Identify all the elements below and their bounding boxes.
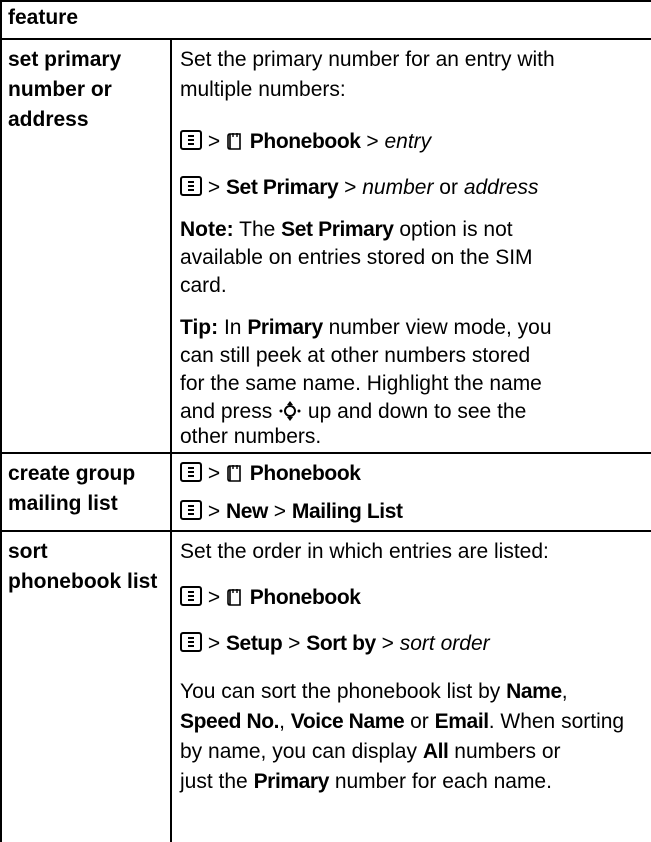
- row3-feature-line2: phonebook list: [8, 570, 158, 593]
- tip-text: and press: [180, 400, 273, 423]
- menu-key-icon: [180, 632, 202, 652]
- row3-body-line1: You can sort the phonebook list by Name,: [180, 677, 568, 707]
- path-target: sort order: [399, 632, 490, 655]
- path-sep: >: [273, 500, 287, 523]
- tip-text: number view mode, you: [328, 316, 552, 339]
- path-sep: >: [344, 176, 357, 199]
- note-text: option is not: [399, 218, 513, 241]
- phonebook-icon: [227, 465, 241, 482]
- phonebook-icon: [227, 133, 241, 150]
- menu-phonebook: Phonebook: [249, 130, 361, 153]
- row1-note-line2: available on entries stored on the SIM: [180, 246, 533, 269]
- header-divider: [0, 38, 651, 40]
- path-sep: >: [207, 176, 221, 199]
- comma: ,: [561, 680, 568, 703]
- path-sep: >: [207, 500, 221, 523]
- menu-key-icon: [180, 500, 202, 520]
- menu-mailing-list: Mailing List: [291, 500, 403, 523]
- row1-feature-line1: set primary: [8, 48, 122, 71]
- menu-speed-no: Speed No.: [180, 710, 280, 733]
- row3-path2: > Setup > Sort by > sort order: [180, 629, 490, 659]
- row2-path1: > Phonebook: [180, 459, 361, 489]
- path-option-address: address: [463, 176, 539, 199]
- table-top-border: [0, 0, 651, 2]
- menu-primary: Primary: [253, 770, 330, 793]
- row3-path1: > Phonebook: [180, 583, 361, 613]
- row2-path2: > New > Mailing List: [180, 497, 403, 527]
- body-text: or: [410, 710, 429, 733]
- row1-tip-line1: Tip: In Primary number view mode, you: [180, 313, 552, 343]
- menu-set-primary: Set Primary: [225, 176, 339, 199]
- body-text: by name, you can display: [180, 740, 417, 763]
- feature-table: feature set primary number or address Se…: [0, 0, 651, 842]
- body-text: just the: [180, 770, 248, 793]
- body-text: number for each name.: [334, 770, 552, 793]
- path-sep: >: [288, 632, 301, 655]
- menu-new: New: [225, 500, 268, 523]
- body-text: numbers or: [454, 740, 561, 763]
- path-sep: >: [207, 462, 221, 485]
- row1-feature-line2: number or: [8, 78, 112, 101]
- row2-feature-line1: create group: [8, 462, 136, 485]
- period: .: [488, 710, 495, 733]
- menu-setup: Setup: [225, 632, 283, 655]
- row-divider-1: [0, 452, 651, 454]
- row1-feature-line3: address: [8, 108, 89, 131]
- row1-tip-line3: for the same name. Highlight the name: [180, 372, 542, 395]
- row1-path1: > Phonebook > entry: [180, 127, 431, 157]
- menu-key-icon: [180, 462, 202, 482]
- note-label: Note:: [180, 218, 234, 241]
- row1-note-line3: card.: [180, 274, 227, 297]
- menu-phonebook: Phonebook: [249, 462, 361, 485]
- row-divider-2: [0, 530, 651, 532]
- comma: ,: [279, 710, 285, 733]
- path-sep: >: [381, 632, 394, 655]
- table-left-border: [0, 0, 2, 842]
- menu-all: All: [422, 740, 449, 763]
- row1-tip-line2: can still peek at other numbers stored: [180, 344, 531, 367]
- path-option-number: number: [362, 176, 434, 199]
- note-text: The: [239, 218, 276, 241]
- menu-key-icon: [180, 586, 202, 606]
- menu-sort-by: Sort by: [306, 632, 376, 655]
- row1-intro-line2: multiple numbers:: [180, 78, 346, 101]
- row3-intro: Set the order in which entries are liste…: [180, 540, 549, 563]
- tip-label: Tip:: [180, 316, 219, 339]
- row1-path2: > Set Primary > number or address: [180, 173, 539, 203]
- column-divider-lower: [170, 532, 172, 842]
- menu-phonebook: Phonebook: [249, 586, 361, 609]
- menu-key-icon: [180, 176, 202, 196]
- row3-body-line2: Speed No., Voice Name or Email. When sor…: [180, 707, 624, 737]
- path-sep: >: [207, 586, 221, 609]
- row3-feature-line1: sort: [8, 540, 48, 563]
- header-feature: feature: [8, 6, 79, 29]
- row3-body-line4: just the Primary number for each name.: [180, 767, 552, 797]
- nav-key-icon: [279, 401, 301, 421]
- row1-intro-line1: Set the primary number for an entry with: [180, 48, 555, 71]
- menu-voice-name: Voice Name: [290, 710, 405, 733]
- row2-feature-line2: mailing list: [8, 492, 118, 515]
- body-text: You can sort the phonebook list by: [180, 680, 501, 703]
- menu-name: Name: [506, 680, 562, 703]
- phonebook-icon: [227, 589, 241, 606]
- row3-body-line3: by name, you can display All numbers or: [180, 737, 561, 767]
- menu-primary: Primary: [247, 316, 323, 339]
- path-target: entry: [384, 130, 432, 153]
- path-sep: >: [207, 632, 221, 655]
- body-text: When sorting: [500, 710, 625, 733]
- tip-text: In: [223, 316, 242, 339]
- row1-note-line1: Note: The Set Primary option is not: [180, 215, 513, 245]
- menu-set-primary: Set Primary: [281, 218, 394, 241]
- menu-key-icon: [180, 130, 202, 150]
- tip-text: up and down to see the: [307, 400, 527, 423]
- menu-email: Email: [434, 710, 489, 733]
- path-sep: >: [366, 130, 379, 153]
- row1-tip-line5: other numbers.: [180, 425, 322, 448]
- path-sep: >: [207, 130, 221, 153]
- path-or: or: [439, 176, 458, 199]
